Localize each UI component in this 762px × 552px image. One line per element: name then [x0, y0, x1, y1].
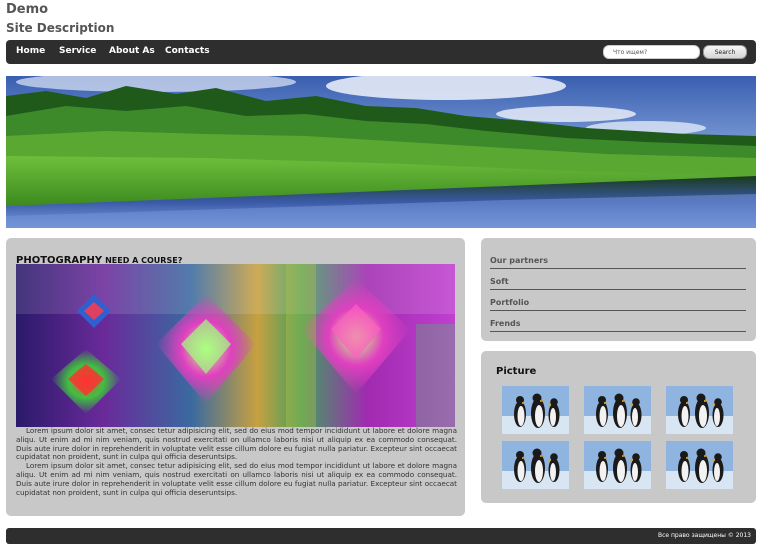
picture-title: Picture	[496, 366, 537, 377]
copyright-text: Все право защищены © 2013	[657, 532, 751, 539]
site-description: Site Description	[6, 21, 115, 35]
sidebar-item-soft[interactable]: Soft	[490, 270, 746, 290]
penguin-thumbnail-4[interactable]	[502, 441, 569, 489]
penguin-thumbnail-1[interactable]	[502, 386, 569, 434]
main-content-panel: PHOTOGRAPHY NEED A COURSE? Lorem ipsum d…	[6, 238, 465, 516]
nav-item-home[interactable]: Home	[16, 46, 45, 56]
penguin-thumbnail-5[interactable]	[584, 441, 651, 489]
abstract-art-image	[16, 264, 455, 427]
paragraph-1: Lorem ipsum dolor sit amet, consec tetur…	[16, 426, 457, 462]
sidebar-item-frends[interactable]: Frends	[490, 312, 746, 332]
nav-item-about[interactable]: About As	[109, 46, 155, 56]
landscape-banner-image	[6, 76, 756, 228]
partners-panel: Our partners Soft Portfolio Frends	[481, 238, 756, 341]
lorem-text: Lorem ipsum dolor sit amet, consec tetur…	[16, 426, 457, 497]
nav-item-contacts[interactable]: Contacts	[165, 46, 210, 56]
sidebar-item-portfolio[interactable]: Portfolio	[490, 291, 746, 311]
paragraph-2: Lorem ipsum dolor sit amet, consec tetur…	[16, 461, 457, 497]
penguin-thumbnail-6[interactable]	[666, 441, 733, 489]
search-button[interactable]: Search	[703, 45, 747, 59]
site-title: Demo	[6, 2, 49, 17]
footer: Все право защищены © 2013	[6, 528, 756, 544]
picture-panel: Picture	[481, 351, 756, 503]
penguin-thumbnail-2[interactable]	[584, 386, 651, 434]
navbar: Home Service About As Contacts Search	[6, 40, 756, 64]
nav-item-service[interactable]: Service	[59, 46, 96, 56]
sidebar-item-our-partners[interactable]: Our partners	[490, 249, 746, 269]
search-input[interactable]	[603, 45, 700, 59]
penguin-thumbnail-3[interactable]	[666, 386, 733, 434]
